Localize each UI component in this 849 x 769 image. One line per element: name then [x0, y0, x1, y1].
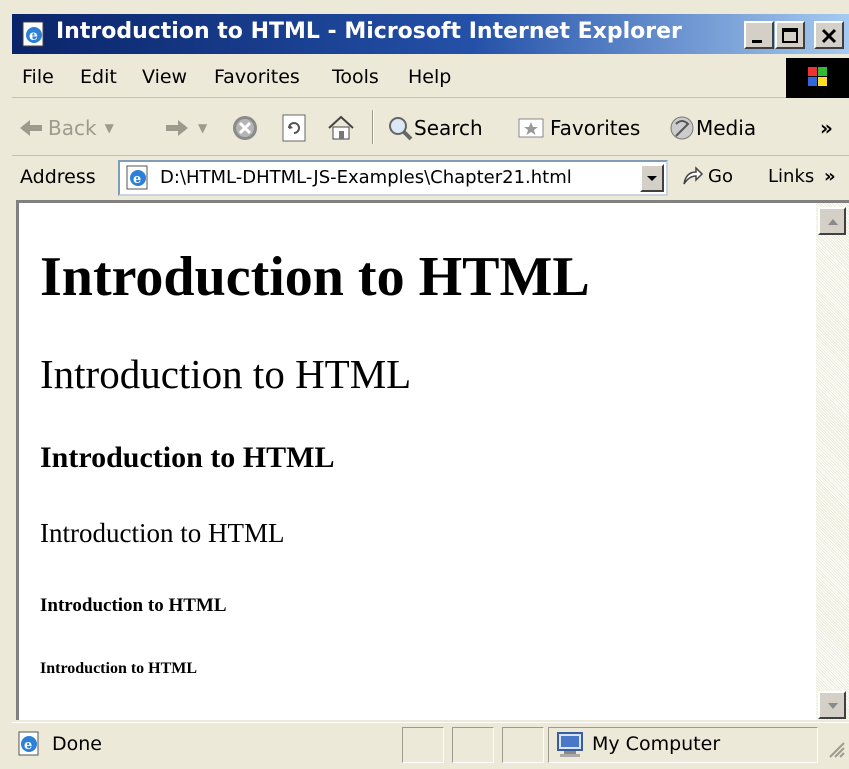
scroll-down-button[interactable] — [818, 691, 846, 719]
maximize-button[interactable] — [775, 21, 805, 49]
search-icon — [389, 117, 413, 141]
menu-bar: File Edit View Favorites Tools Help — [12, 58, 849, 98]
links-label: Links — [768, 166, 815, 187]
links-chevron: » — [823, 166, 836, 187]
go-label: Go — [708, 165, 733, 187]
resize-grip-icon[interactable] — [824, 737, 846, 764]
svg-text:e: e — [29, 28, 38, 44]
links-button[interactable]: Links » — [768, 166, 836, 187]
favorites-label: Favorites — [550, 116, 641, 140]
window-title: Introduction to HTML - Microsoft Interne… — [56, 19, 682, 44]
standard-toolbar: Back ▼ ▼ Search Favorites Media » — [12, 100, 849, 156]
menu-view[interactable]: View — [142, 66, 187, 88]
ie-page-icon: e — [20, 20, 48, 48]
windows-logo-icon — [786, 58, 849, 98]
search-label: Search — [414, 116, 483, 140]
favorites-button[interactable]: Favorites — [516, 110, 640, 146]
menu-edit[interactable]: Edit — [80, 66, 117, 88]
go-button[interactable]: Go — [680, 164, 733, 188]
address-field[interactable]: e D:\HTML-DHTML-JS-Examples\Chapter21.ht… — [118, 160, 668, 196]
my-computer-icon — [554, 731, 586, 764]
chevron-down-icon — [828, 703, 838, 709]
zone-label: My Computer — [592, 733, 721, 755]
chevron-up-icon — [828, 219, 838, 225]
heading-3: Introduction to HTML — [40, 441, 335, 474]
address-bar: Address e D:\HTML-DHTML-JS-Examples\Chap… — [12, 156, 849, 200]
address-dropdown-button[interactable] — [640, 164, 664, 192]
toolbar-separator — [372, 110, 374, 144]
address-url[interactable]: D:\HTML-DHTML-JS-Examples\Chapter21.html — [160, 167, 572, 188]
back-dropdown-icon[interactable]: ▼ — [105, 121, 114, 135]
heading-4: Introduction to HTML — [40, 518, 285, 548]
ie-page-icon: e — [124, 165, 152, 196]
refresh-button[interactable] — [280, 110, 308, 146]
maximize-icon — [782, 28, 798, 43]
forward-arrow-icon — [166, 120, 188, 136]
svg-text:e: e — [24, 738, 32, 753]
close-button[interactable] — [814, 21, 844, 49]
status-pane — [502, 727, 544, 763]
close-icon — [821, 28, 837, 44]
menu-file[interactable]: File — [22, 66, 54, 88]
browser-window: e Introduction to HTML - Microsoft Inter… — [0, 0, 849, 769]
stop-button[interactable] — [230, 110, 260, 146]
minimize-icon — [752, 40, 762, 43]
address-label: Address — [20, 166, 96, 188]
page-content: Introduction to HTML Introduction to HTM… — [16, 200, 816, 720]
menu-help[interactable]: Help — [408, 66, 451, 88]
media-label: Media — [696, 116, 757, 140]
home-icon — [328, 115, 354, 140]
refresh-icon — [282, 114, 306, 142]
stop-icon — [233, 116, 257, 140]
heading-1: Introduction to HTML — [40, 246, 590, 308]
title-bar[interactable]: e Introduction to HTML - Microsoft Inter… — [12, 14, 849, 54]
status-bar: e Done My Computer — [12, 722, 849, 769]
heading-5: Introduction to HTML — [40, 595, 227, 616]
back-button[interactable]: Back ▼ — [18, 110, 114, 146]
vertical-scrollbar[interactable] — [816, 200, 849, 720]
back-label: Back — [48, 116, 97, 140]
minimize-button[interactable] — [744, 21, 774, 49]
status-pane — [402, 727, 444, 763]
toolbar-chevron[interactable]: » — [820, 110, 833, 146]
forward-button[interactable]: ▼ — [164, 110, 207, 146]
media-button[interactable]: Media — [668, 110, 756, 146]
scroll-up-button[interactable] — [818, 207, 846, 235]
menu-favorites[interactable]: Favorites — [214, 66, 300, 88]
go-arrow-icon — [683, 166, 704, 185]
home-button[interactable] — [326, 110, 356, 146]
chevron-down-icon — [647, 176, 657, 181]
svg-text:e: e — [133, 172, 141, 187]
status-text: Done — [52, 733, 102, 755]
ie-page-icon: e — [16, 731, 42, 762]
media-icon — [670, 116, 694, 140]
forward-dropdown-icon[interactable]: ▼ — [198, 121, 207, 135]
heading-6: Introduction to HTML — [40, 660, 198, 677]
back-arrow-icon — [20, 120, 42, 136]
favorites-icon — [518, 118, 544, 138]
heading-2: Introduction to HTML — [40, 351, 412, 397]
menu-tools[interactable]: Tools — [332, 66, 379, 88]
search-button[interactable]: Search — [386, 110, 483, 146]
status-pane — [452, 727, 494, 763]
